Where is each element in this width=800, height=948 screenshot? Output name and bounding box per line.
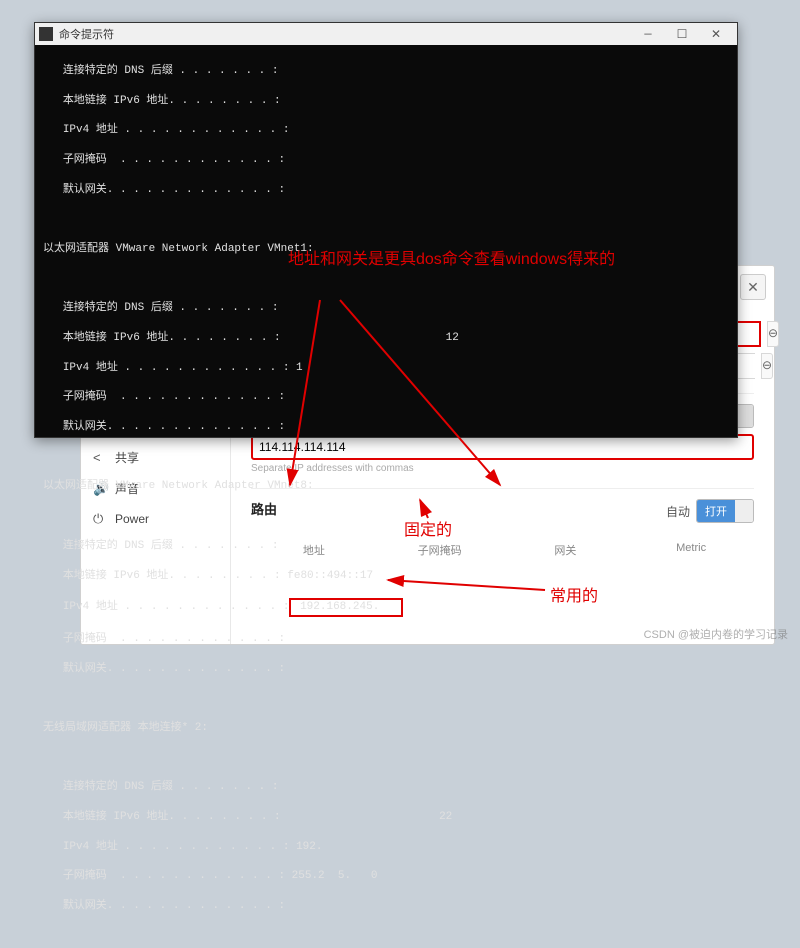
annotation-bottom: 常用的 bbox=[550, 582, 598, 606]
delete-row-button[interactable]: ⊖ bbox=[767, 321, 779, 347]
delete-row-button[interactable]: ⊖ bbox=[761, 353, 773, 379]
ipv4-highlighted: 192.168.245. bbox=[289, 598, 403, 617]
minimize-button[interactable]: — bbox=[631, 27, 665, 41]
terminal-titlebar[interactable]: 命令提示符 — ☐ ✕ bbox=[35, 23, 737, 45]
terminal-output[interactable]: 连接特定的 DNS 后缀 . . . . . . . : 本地链接 IPv6 地… bbox=[35, 45, 737, 948]
annotation-middle: 固定的 bbox=[404, 516, 452, 540]
command-prompt-window: 命令提示符 — ☐ ✕ 连接特定的 DNS 后缀 . . . . . . . :… bbox=[34, 22, 738, 438]
annotation-top: 地址和网关是更具dos命令查看windows得来的 bbox=[288, 245, 615, 269]
close-button[interactable]: ✕ bbox=[699, 27, 733, 42]
watermark: CSDN @被迫内卷的学习记录 bbox=[644, 626, 788, 642]
terminal-title: 命令提示符 bbox=[59, 26, 631, 42]
terminal-icon bbox=[39, 27, 53, 41]
maximize-button[interactable]: ☐ bbox=[665, 27, 699, 42]
